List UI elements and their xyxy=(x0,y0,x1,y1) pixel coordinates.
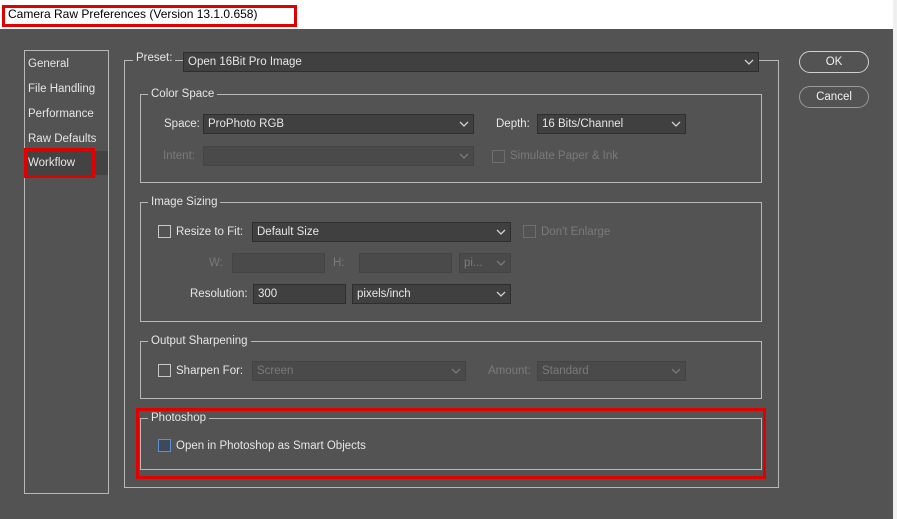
resolution-unit-select[interactable]: pixels/inch xyxy=(352,284,511,304)
preset-select[interactable]: Open 16Bit Pro Image xyxy=(183,52,759,72)
space-label: Space: xyxy=(164,118,200,130)
smart-objects-label: Open in Photoshop as Smart Objects xyxy=(176,440,366,452)
sharpen-for-checkbox[interactable] xyxy=(158,364,171,377)
smart-objects-checkbox[interactable] xyxy=(158,439,171,452)
space-value: ProPhoto RGB xyxy=(208,118,285,130)
depth-select[interactable]: 16 Bits/Channel xyxy=(537,114,686,134)
height-input[interactable] xyxy=(359,253,452,273)
chevron-down-icon xyxy=(496,258,506,268)
resolution-value: 300 xyxy=(258,288,278,300)
simulate-paper-checkbox[interactable] xyxy=(492,150,505,163)
depth-label: Depth: xyxy=(496,118,530,130)
size-unit-select[interactable]: pi... xyxy=(459,253,511,273)
output-sharpening-title: Output Sharpening xyxy=(148,335,251,347)
chevron-down-icon xyxy=(496,289,506,299)
chevron-down-icon xyxy=(451,366,461,376)
photoshop-title: Photoshop xyxy=(148,412,209,424)
depth-value: 16 Bits/Channel xyxy=(542,118,624,130)
dont-enlarge-checkbox[interactable] xyxy=(523,225,536,238)
space-select[interactable]: ProPhoto RGB xyxy=(203,114,474,134)
height-label: H: xyxy=(333,257,345,269)
resize-to-fit-label: Resize to Fit: xyxy=(176,226,244,238)
intent-label: Intent: xyxy=(163,150,195,162)
cancel-button[interactable]: Cancel xyxy=(799,86,869,108)
width-label: W: xyxy=(209,257,223,269)
resize-to-fit-select[interactable]: Default Size xyxy=(252,222,511,242)
resolution-input[interactable]: 300 xyxy=(253,284,346,304)
size-unit-value: pi... xyxy=(464,257,483,269)
chevron-down-icon xyxy=(671,366,681,376)
title-highlight xyxy=(2,5,297,27)
amount-value: Standard xyxy=(542,365,589,377)
sidebar: General File Handling Performance Raw De… xyxy=(24,50,109,494)
resolution-label: Resolution: xyxy=(190,288,248,300)
sidebar-item-raw-defaults[interactable]: Raw Defaults xyxy=(25,127,108,151)
sidebar-item-workflow[interactable]: Workflow xyxy=(25,151,108,175)
window-edge xyxy=(893,0,897,519)
resolution-unit-value: pixels/inch xyxy=(357,288,411,300)
color-space-group xyxy=(140,94,762,183)
chevron-down-icon xyxy=(496,227,506,237)
sidebar-item-general[interactable]: General xyxy=(25,52,108,76)
dont-enlarge-label: Don't Enlarge xyxy=(541,226,611,238)
sharpen-for-label: Sharpen For: xyxy=(176,365,244,377)
sharpen-for-select[interactable]: Screen xyxy=(252,361,466,381)
amount-label: Amount: xyxy=(488,365,531,377)
resize-value: Default Size xyxy=(257,226,320,238)
preset-value: Open 16Bit Pro Image xyxy=(188,56,302,68)
color-space-title: Color Space xyxy=(148,88,218,100)
chevron-down-icon xyxy=(671,119,681,129)
chevron-down-icon xyxy=(744,57,754,67)
resize-to-fit-checkbox[interactable] xyxy=(158,225,171,238)
sidebar-item-performance[interactable]: Performance xyxy=(25,102,108,126)
ok-button[interactable]: OK xyxy=(799,51,869,73)
preset-label: Preset: xyxy=(133,52,176,64)
chevron-down-icon xyxy=(459,151,469,161)
sharpen-for-value: Screen xyxy=(257,365,294,377)
simulate-paper-label: Simulate Paper & Ink xyxy=(510,150,619,162)
sidebar-item-file-handling[interactable]: File Handling xyxy=(25,77,108,101)
amount-select[interactable]: Standard xyxy=(537,361,686,381)
intent-select[interactable] xyxy=(203,146,474,166)
chevron-down-icon xyxy=(459,119,469,129)
width-input[interactable] xyxy=(232,253,325,273)
image-sizing-title: Image Sizing xyxy=(148,196,221,208)
